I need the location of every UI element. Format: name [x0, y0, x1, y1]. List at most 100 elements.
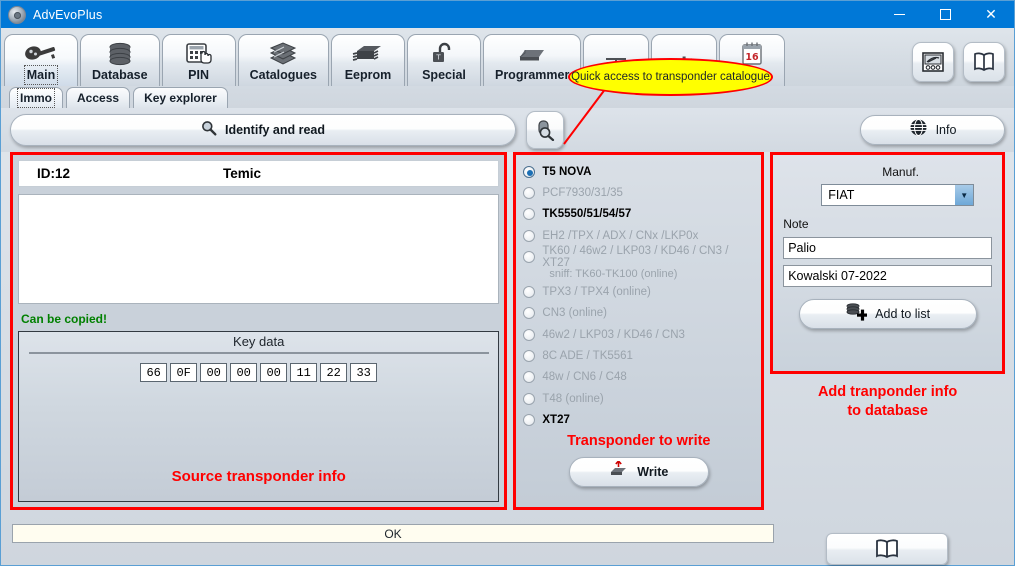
manuf-label: Manuf.	[882, 165, 919, 179]
quick-access-tooltip: Quick access to transponder catalogue	[568, 58, 773, 96]
minimize-button[interactable]	[876, 1, 922, 28]
radio-button[interactable]	[523, 371, 536, 384]
note-field-1-value: Palio	[788, 241, 817, 255]
add-to-list-button[interactable]: Add to list	[798, 299, 977, 329]
hex-byte[interactable]: 22	[320, 363, 348, 382]
radio-button[interactable]	[523, 286, 536, 299]
subtab-key-explorer[interactable]: Key explorer	[133, 87, 228, 108]
divider	[28, 352, 489, 354]
chip-icon	[352, 41, 384, 67]
radio-button[interactable]	[523, 413, 536, 426]
info-label: Info	[935, 123, 957, 137]
radio-option-cn3[interactable]: CN3 (online)	[523, 303, 754, 324]
book-icon[interactable]	[963, 42, 1005, 82]
tab-special[interactable]: T Special	[406, 34, 481, 86]
globe-icon	[909, 118, 928, 142]
radio-sub-note: sniff: TK60-TK100 (online)	[549, 268, 678, 281]
hex-byte[interactable]: 11	[290, 363, 318, 382]
padlock-open-icon: T	[431, 41, 457, 67]
radio-label: PCF7930/31/35	[542, 186, 623, 199]
subtab-immo[interactable]: Immo	[9, 87, 64, 108]
books-icon	[267, 41, 299, 67]
radio-option-xt27[interactable]: XT27	[523, 409, 754, 430]
application-window: AdvEvoPlus ✕ Main Database PIN Catalogue…	[0, 0, 1015, 566]
main-tab-bar: Main Database PIN Catalogues Eeprom T Sp…	[1, 28, 1014, 86]
key-icon	[24, 41, 58, 67]
add-to-database-annotation: Add tranponder info to database	[770, 383, 1005, 421]
key-data-group: Key data 66 0F 00 00 00 11 22 33 Source …	[18, 331, 500, 502]
radio-label: XT27	[542, 413, 570, 426]
hex-byte[interactable]: 00	[260, 363, 288, 382]
radio-button[interactable]	[523, 229, 536, 242]
svg-text:T: T	[435, 54, 441, 62]
tab-label: Special	[422, 68, 466, 82]
radio-option-pcf7930[interactable]: PCF7930/31/35	[523, 182, 754, 203]
annotation-line-1: Add tranponder info	[817, 384, 958, 400]
write-chip-icon	[609, 459, 629, 482]
chevron-down-icon[interactable]: ▼	[955, 185, 974, 205]
app-title: AdvEvoPlus	[33, 7, 103, 22]
id-row: ID:12 Temic	[18, 160, 500, 187]
radio-button[interactable]	[523, 392, 536, 405]
action-row: Identify and read Info	[1, 108, 1014, 152]
radio-button[interactable]	[523, 250, 536, 263]
copy-status-text: Can be copied!	[21, 312, 108, 326]
transponder-to-write-panel: T5 NOVA PCF7930/31/35 TK5550/51/54/57 EH…	[513, 152, 765, 510]
radio-button[interactable]	[523, 350, 536, 363]
radio-button[interactable]	[523, 328, 536, 341]
sub-tab-bar: Immo Access Key explorer	[1, 86, 1014, 108]
note-field-1[interactable]: Palio	[783, 237, 992, 259]
radio-option-t48[interactable]: T48 (online)	[523, 388, 754, 409]
radio-option-8c-ade[interactable]: 8C ADE / TK5561	[523, 345, 754, 366]
write-button[interactable]: Write	[568, 456, 709, 487]
transponder-detail-box	[18, 194, 500, 304]
note-field-2[interactable]: Kowalski 07-2022	[783, 265, 992, 287]
radio-option-tk5550[interactable]: TK5550/51/54/57	[523, 204, 754, 225]
source-transponder-panel: ID:12 Temic Can be copied! Key data 66 0…	[10, 152, 508, 510]
info-button[interactable]: Info	[860, 115, 1005, 145]
tab-catalogues[interactable]: Catalogues	[237, 34, 329, 86]
radio-label: EH2 /TPX / ADX / CNx /LKP0x	[542, 229, 699, 242]
tab-eeprom[interactable]: Eeprom	[330, 34, 405, 86]
manufacturer-value: FIAT	[828, 188, 855, 202]
radio-option-tk60[interactable]: TK60 / 46w2 / LKP03 / KD46 / CN3 / XT27	[523, 244, 754, 269]
radio-label: 46w2 / LKP03 / KD46 / CN3	[542, 328, 685, 341]
tab-label: PIN	[188, 68, 210, 82]
radio-label: T5 NOVA	[542, 165, 592, 178]
hex-byte[interactable]: 0F	[170, 363, 198, 382]
subtab-label: Access	[77, 91, 120, 105]
maximize-button[interactable]	[922, 1, 968, 28]
radio-button[interactable]	[523, 186, 536, 199]
radio-option-48w[interactable]: 48w / CN6 / C48	[523, 367, 754, 388]
keypad-hand-icon	[185, 41, 213, 67]
radio-label: TPX3 / TPX4 (online)	[542, 286, 651, 299]
hex-byte[interactable]: 33	[350, 363, 378, 382]
title-bar: AdvEvoPlus ✕	[1, 1, 1014, 28]
tab-pin[interactable]: PIN	[161, 34, 236, 86]
meter-gauge-icon[interactable]	[912, 42, 954, 82]
tab-programmer[interactable]: Programmer	[482, 34, 582, 86]
radio-button[interactable]	[523, 208, 536, 221]
radio-button[interactable]	[523, 165, 536, 178]
radio-option-eh2-tpx[interactable]: EH2 /TPX / ADX / CNx /LKP0x	[523, 225, 754, 246]
radio-option-tpx3[interactable]: TPX3 / TPX4 (online)	[523, 281, 754, 302]
main-content: ID:12 Temic Can be copied! Key data 66 0…	[1, 152, 1014, 565]
radio-button[interactable]	[523, 307, 536, 320]
radio-label: TK60 / 46w2 / LKP03 / KD46 / CN3 / XT27	[542, 244, 729, 269]
manufacturer-select[interactable]: FIAT ▼	[821, 184, 975, 206]
radio-option-t5-nova[interactable]: T5 NOVA	[523, 161, 754, 182]
hex-byte[interactable]: 66	[140, 363, 168, 382]
tab-label: Main	[23, 65, 59, 85]
hex-byte[interactable]: 00	[230, 363, 258, 382]
catalogue-book-button[interactable]	[826, 533, 949, 565]
database-icon	[106, 41, 134, 67]
identify-and-read-button[interactable]: Identify and read	[10, 114, 516, 146]
tab-database[interactable]: Database	[80, 34, 160, 86]
subtab-access[interactable]: Access	[66, 87, 131, 108]
subtab-label: Immo	[16, 88, 56, 108]
hex-byte[interactable]: 00	[200, 363, 228, 382]
tab-main[interactable]: Main	[4, 34, 78, 86]
radio-label: 8C ADE / TK5561	[542, 350, 633, 363]
close-button[interactable]: ✕	[968, 1, 1014, 28]
radio-option-46w2[interactable]: 46w2 / LKP03 / KD46 / CN3	[523, 324, 754, 345]
